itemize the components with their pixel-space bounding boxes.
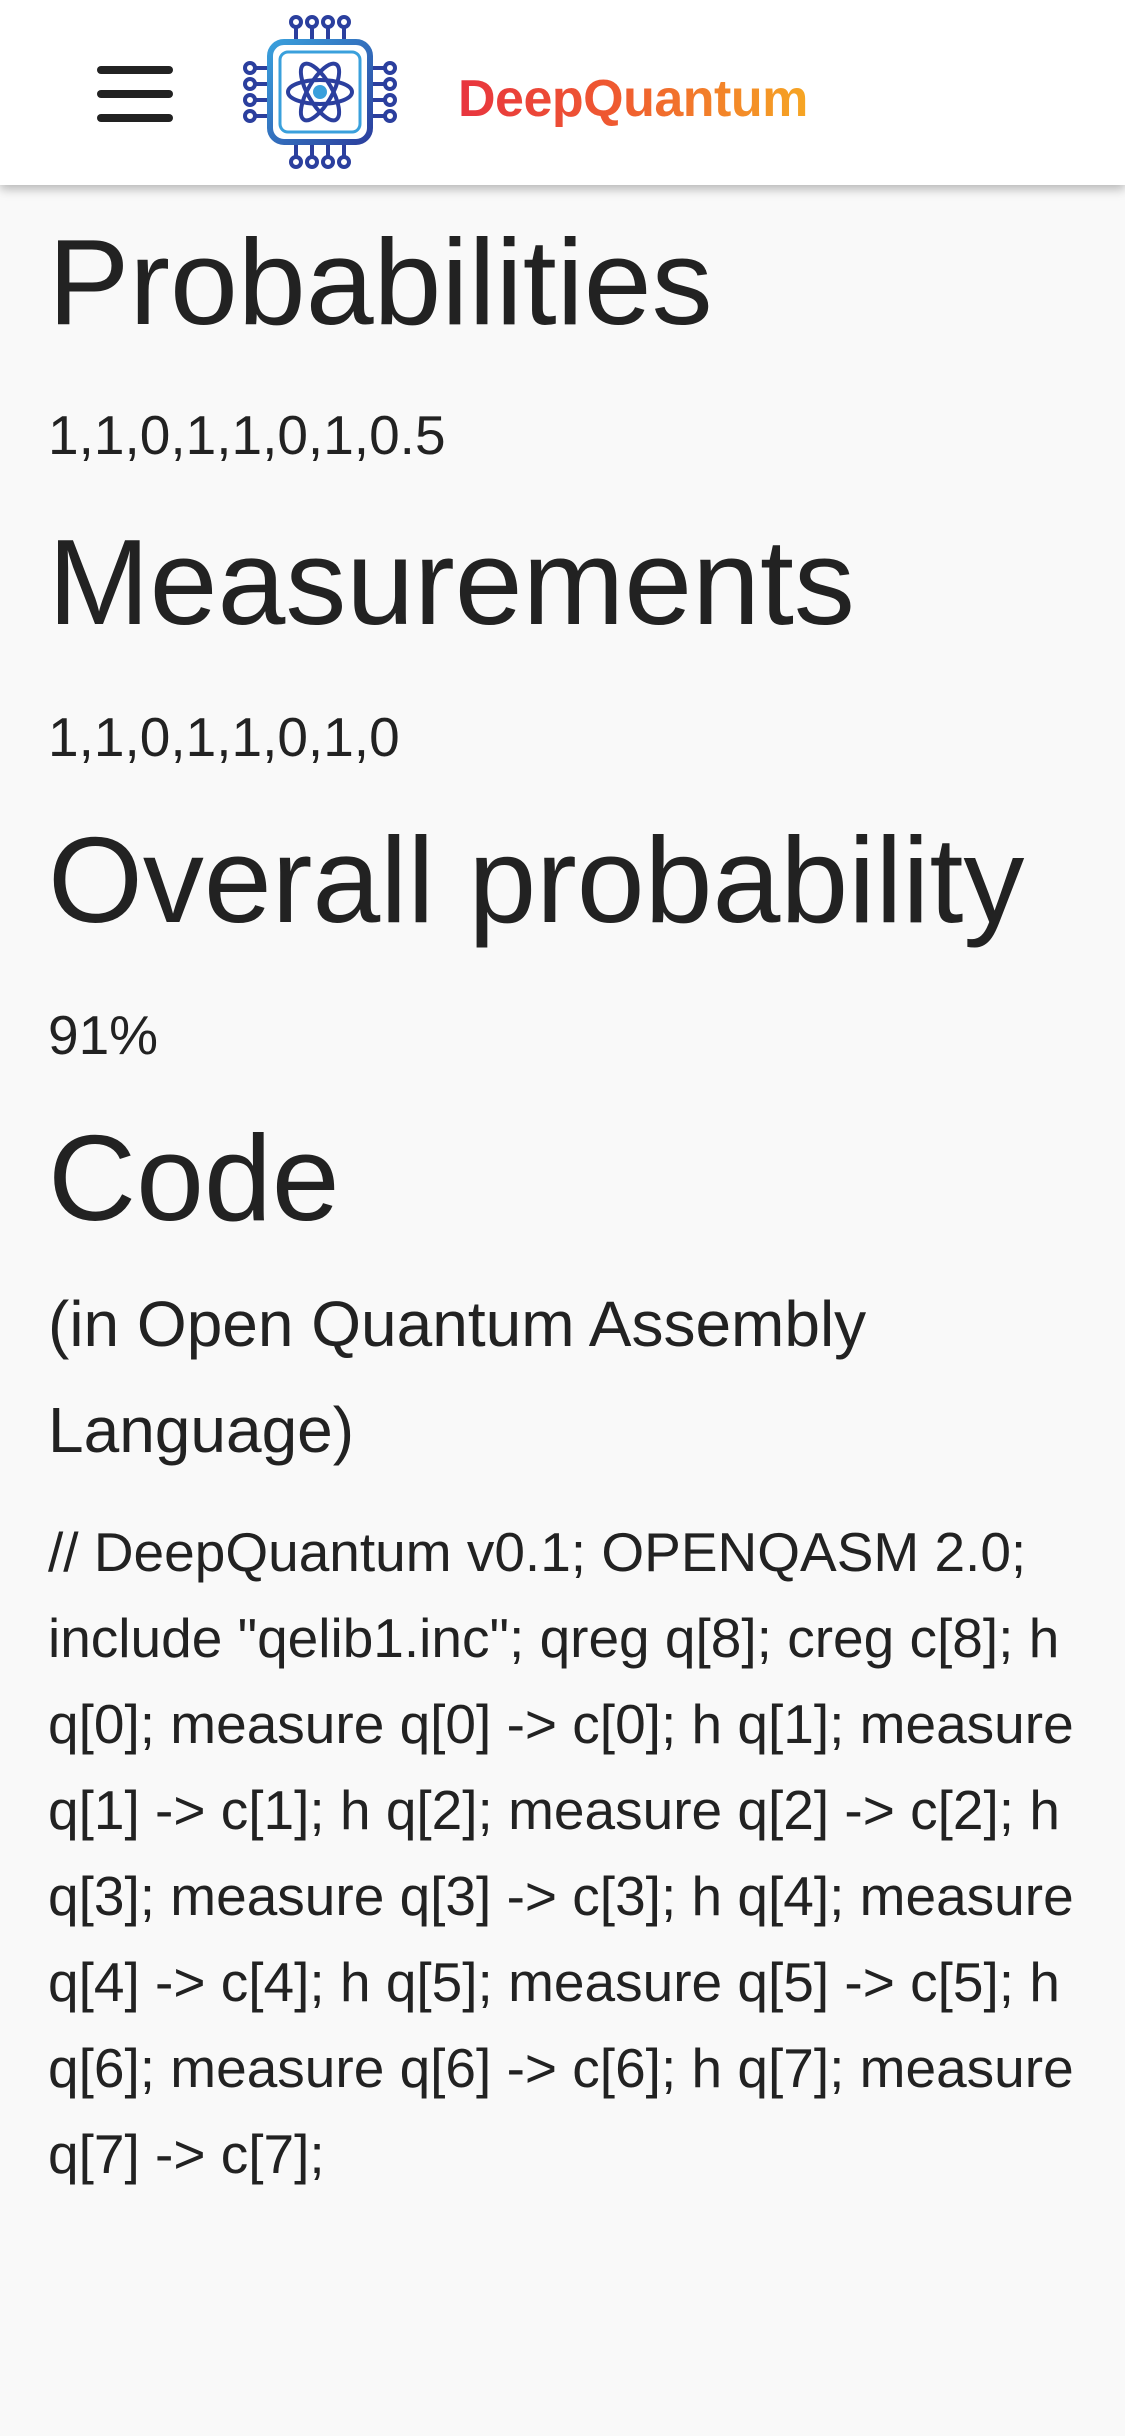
probabilities-value: 1,1,0,1,1,0,1,0.5 (48, 404, 446, 466)
overall-probability-section: Overall probability 91% (48, 805, 1078, 1075)
overall-probability-heading: Overall probability (48, 812, 1025, 948)
measurements-value: 1,1,0,1,1,0,1,0 (48, 706, 400, 768)
qasm-code-block: // DeepQuantum v0.1; OPENQASM 2.0; inclu… (48, 1521, 1074, 2185)
measurements-heading: Measurements (48, 514, 855, 650)
menu-bar-line (97, 114, 173, 122)
brand-wordmark[interactable]: DeepQuantum (458, 64, 808, 134)
overall-probability-value: 91% (48, 1004, 159, 1066)
measurements-section: Measurements 1,1,0,1,1,0,1,0 (48, 507, 1078, 777)
code-section: Code (in Open Quantum Assembly Language)… (48, 1103, 1078, 2197)
top-app-bar: DeepQuantum (0, 0, 1125, 185)
code-heading: Code (48, 1110, 340, 1246)
hamburger-menu-icon[interactable] (90, 60, 180, 130)
results-content: Probabilities 1,1,0,1,1,0,1,0.5 Measurem… (48, 185, 1078, 2197)
menu-bar-line (97, 90, 173, 98)
quantum-chip-atom-icon[interactable] (240, 12, 400, 172)
menu-bar-line (97, 66, 173, 74)
code-language-subtitle: (in Open Quantum Assembly Language) (48, 1288, 867, 1466)
probabilities-heading: Probabilities (48, 214, 713, 350)
probabilities-section: Probabilities 1,1,0,1,1,0,1,0.5 (48, 207, 1078, 475)
